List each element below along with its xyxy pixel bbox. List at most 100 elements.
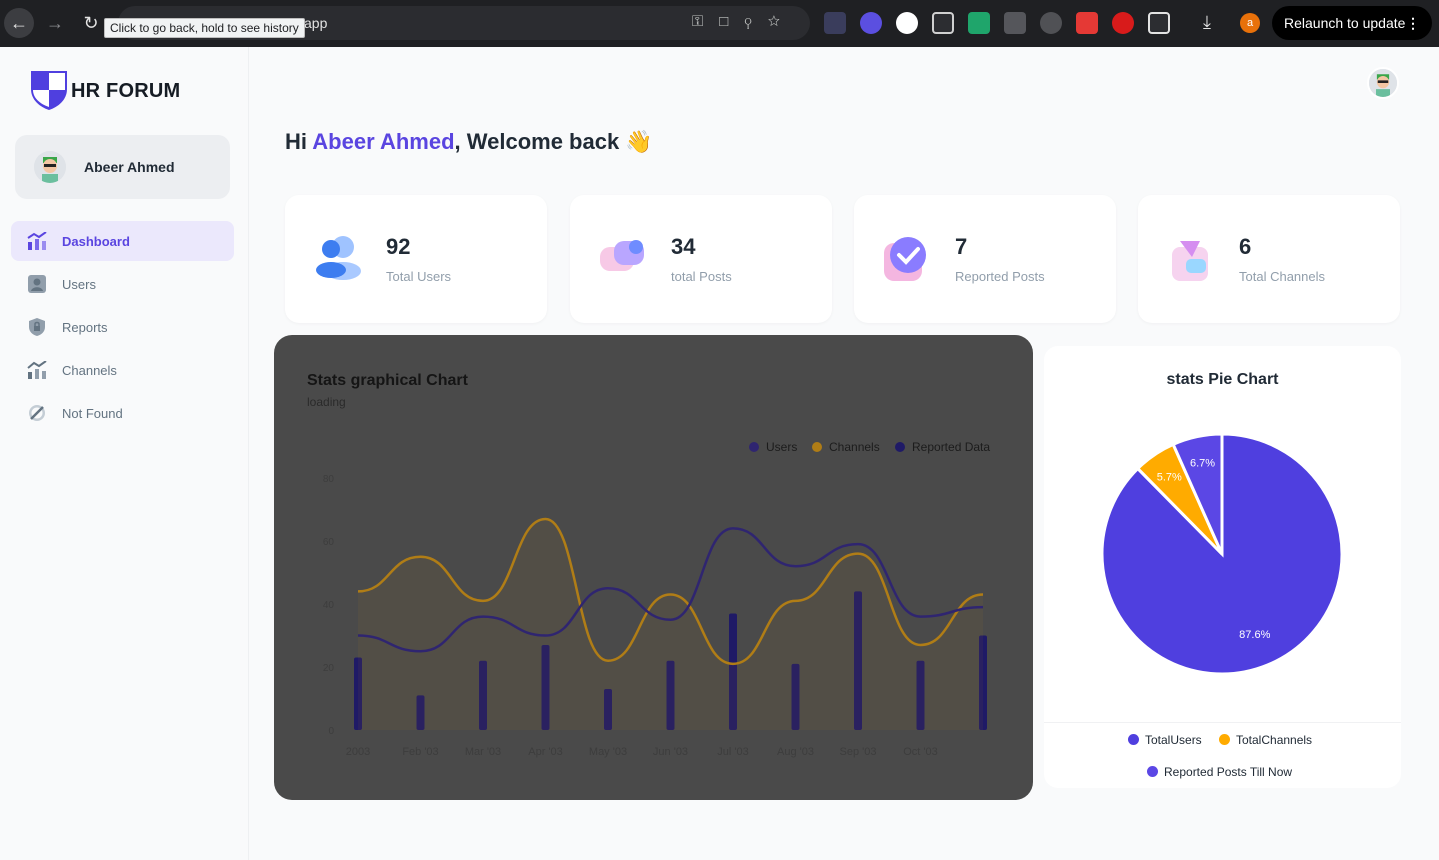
extension-icon[interactable] — [896, 12, 918, 34]
more-menu-icon[interactable]: ⋮ — [1406, 6, 1420, 40]
check-badge-icon — [884, 237, 926, 281]
sidebar-item-label: Dashboard — [62, 234, 130, 249]
extension-icon[interactable] — [1076, 12, 1098, 34]
stat-value: 92 — [386, 234, 411, 259]
x-tick-label: Mar '03 — [465, 746, 501, 758]
legend-label: Users — [766, 440, 797, 454]
url-text: app — [304, 15, 328, 31]
pie-slice-label: 5.7% — [1157, 472, 1182, 484]
user-name: Abeer Ahmed — [84, 159, 175, 175]
sidebar: HR FORUM Abeer Ahmed Dashboard Users Rep… — [0, 47, 249, 860]
extension-icon[interactable] — [932, 12, 954, 34]
sidebar-item-reports[interactable]: Reports — [11, 307, 234, 347]
sidebar-item-channels[interactable]: Channels — [11, 350, 234, 390]
extensions-bar — [824, 12, 1170, 34]
divider — [1044, 722, 1401, 723]
stat-label: Reported Posts — [955, 269, 1045, 284]
user-icon — [28, 275, 46, 293]
brand-name: HR FORUM — [71, 80, 181, 102]
reload-icon[interactable]: ↻ — [76, 8, 106, 38]
legend-label: TotalChannels — [1236, 733, 1313, 747]
back-tooltip: Click to go back, hold to see history — [104, 18, 305, 38]
pie-slice-label: 6.7% — [1190, 457, 1215, 469]
relaunch-button[interactable]: Relaunch to update ⋮ — [1272, 6, 1432, 40]
legend-marker — [812, 442, 822, 452]
users-icon — [316, 236, 361, 280]
shield-logo-icon[interactable] — [29, 69, 69, 111]
x-tick-label: Jun '03 — [653, 746, 688, 758]
omnibox-action-icons[interactable]: ⚿□⚲☆ — [692, 13, 796, 30]
sidebar-item-dashboard[interactable]: Dashboard — [11, 221, 234, 261]
extension-icon[interactable] — [968, 12, 990, 34]
page-title: Hi Abeer Ahmed, Welcome back 👋 — [285, 129, 653, 155]
x-tick-label: Oct '03 — [903, 746, 938, 758]
pie-chart: 87.6% 5.7% 6.7% — [1100, 432, 1344, 676]
legend-marker — [749, 442, 759, 452]
relaunch-label: Relaunch to update — [1284, 15, 1406, 31]
legend-marker — [895, 442, 905, 452]
y-tick-label: 20 — [323, 663, 335, 674]
x-tick-label: Jul '03 — [717, 746, 748, 758]
greeting-name: Abeer Ahmed — [312, 129, 455, 154]
stat-value: 34 — [671, 234, 696, 259]
stats-chart: 0 20 40 60 80 2003 Feb '03 Mar '03 Apr '03 May '0… — [323, 440, 990, 758]
stat-value: 6 — [1239, 234, 1252, 259]
pie-chart-card: stats Pie Chart 87.6% 5.7% 6.7% TotalUsers… — [1044, 346, 1401, 788]
legend-dot — [1219, 734, 1230, 745]
pie-legend-item[interactable]: TotalChannels — [1219, 733, 1312, 747]
y-tick-label: 60 — [323, 537, 335, 548]
extension-icon[interactable] — [824, 12, 846, 34]
bag-icon — [1172, 241, 1208, 281]
y-tick-label: 0 — [328, 726, 334, 737]
stat-card-users: 92 Total Users — [285, 195, 547, 323]
dashboard-page: HR FORUM Abeer Ahmed Dashboard Users Rep… — [0, 47, 1439, 860]
pie-legend-item[interactable]: TotalUsers — [1128, 733, 1202, 747]
extension-icon[interactable] — [1040, 12, 1062, 34]
back-icon[interactable]: ← — [4, 8, 34, 38]
extension-icon[interactable] — [860, 12, 882, 34]
chart-title: Stats graphical Chart — [307, 372, 468, 389]
sidebar-item-label: Reports — [62, 320, 108, 335]
pie-slice-label: 87.6% — [1239, 629, 1270, 641]
stat-label: total Posts — [671, 269, 732, 284]
pie-legend-item[interactable]: Reported Posts Till Now — [1147, 765, 1292, 779]
chat-icon — [600, 240, 644, 271]
legend-label: Reported Posts Till Now — [1164, 765, 1293, 779]
sidebar-item-not-found[interactable]: Not Found — [11, 393, 234, 433]
sidebar-item-label: Channels — [62, 363, 117, 378]
stat-card-posts: 34 total Posts — [570, 195, 832, 323]
stat-label: Total Users — [386, 269, 452, 284]
stats-chart-card: 0 20 40 60 80 2003 Feb '03 Mar '03 Apr '03 May '0… — [274, 335, 1033, 800]
chart-icon — [27, 361, 47, 379]
greeting-prefix: Hi — [285, 129, 313, 154]
lock-icon — [29, 318, 45, 336]
area-channels — [358, 518, 983, 730]
extension-icon[interactable] — [1112, 12, 1134, 34]
sidebar-item-users[interactable]: Users — [11, 264, 234, 304]
x-tick-label: Sep '03 — [840, 746, 877, 758]
stat-value: 7 — [955, 234, 968, 259]
stat-card-reported: 7 Reported Posts — [854, 195, 1116, 323]
x-tick-label: Apr '03 — [528, 746, 563, 758]
y-tick-label: 40 — [323, 600, 335, 611]
greeting-suffix: , Welcome back — [454, 129, 620, 154]
y-tick-label: 80 — [323, 474, 335, 485]
puzzle-icon[interactable] — [1148, 12, 1170, 34]
forward-icon[interactable]: → — [40, 8, 70, 38]
user-card[interactable]: Abeer Ahmed — [15, 135, 230, 199]
sidebar-item-label: Not Found — [62, 406, 123, 421]
dashboard-icon — [27, 232, 47, 250]
x-tick-label: 2003 — [346, 746, 370, 758]
x-tick-label: May '03 — [589, 746, 627, 758]
browser-toolbar: ← → ↻ app ⚿□⚲☆ Click to go back, hold to… — [0, 0, 1439, 47]
sidebar-item-label: Users — [62, 277, 96, 292]
forbidden-icon — [29, 405, 45, 421]
account-avatar[interactable] — [1367, 67, 1399, 99]
avatar — [34, 151, 66, 183]
extension-icon[interactable] — [1004, 12, 1026, 34]
download-icon[interactable]: ⤓ — [1203, 12, 1211, 33]
legend-dot — [1147, 766, 1158, 777]
legend-label: TotalUsers — [1145, 733, 1202, 747]
wave-emoji-icon: 👋 — [625, 129, 653, 154]
profile-avatar[interactable]: a — [1240, 13, 1260, 33]
